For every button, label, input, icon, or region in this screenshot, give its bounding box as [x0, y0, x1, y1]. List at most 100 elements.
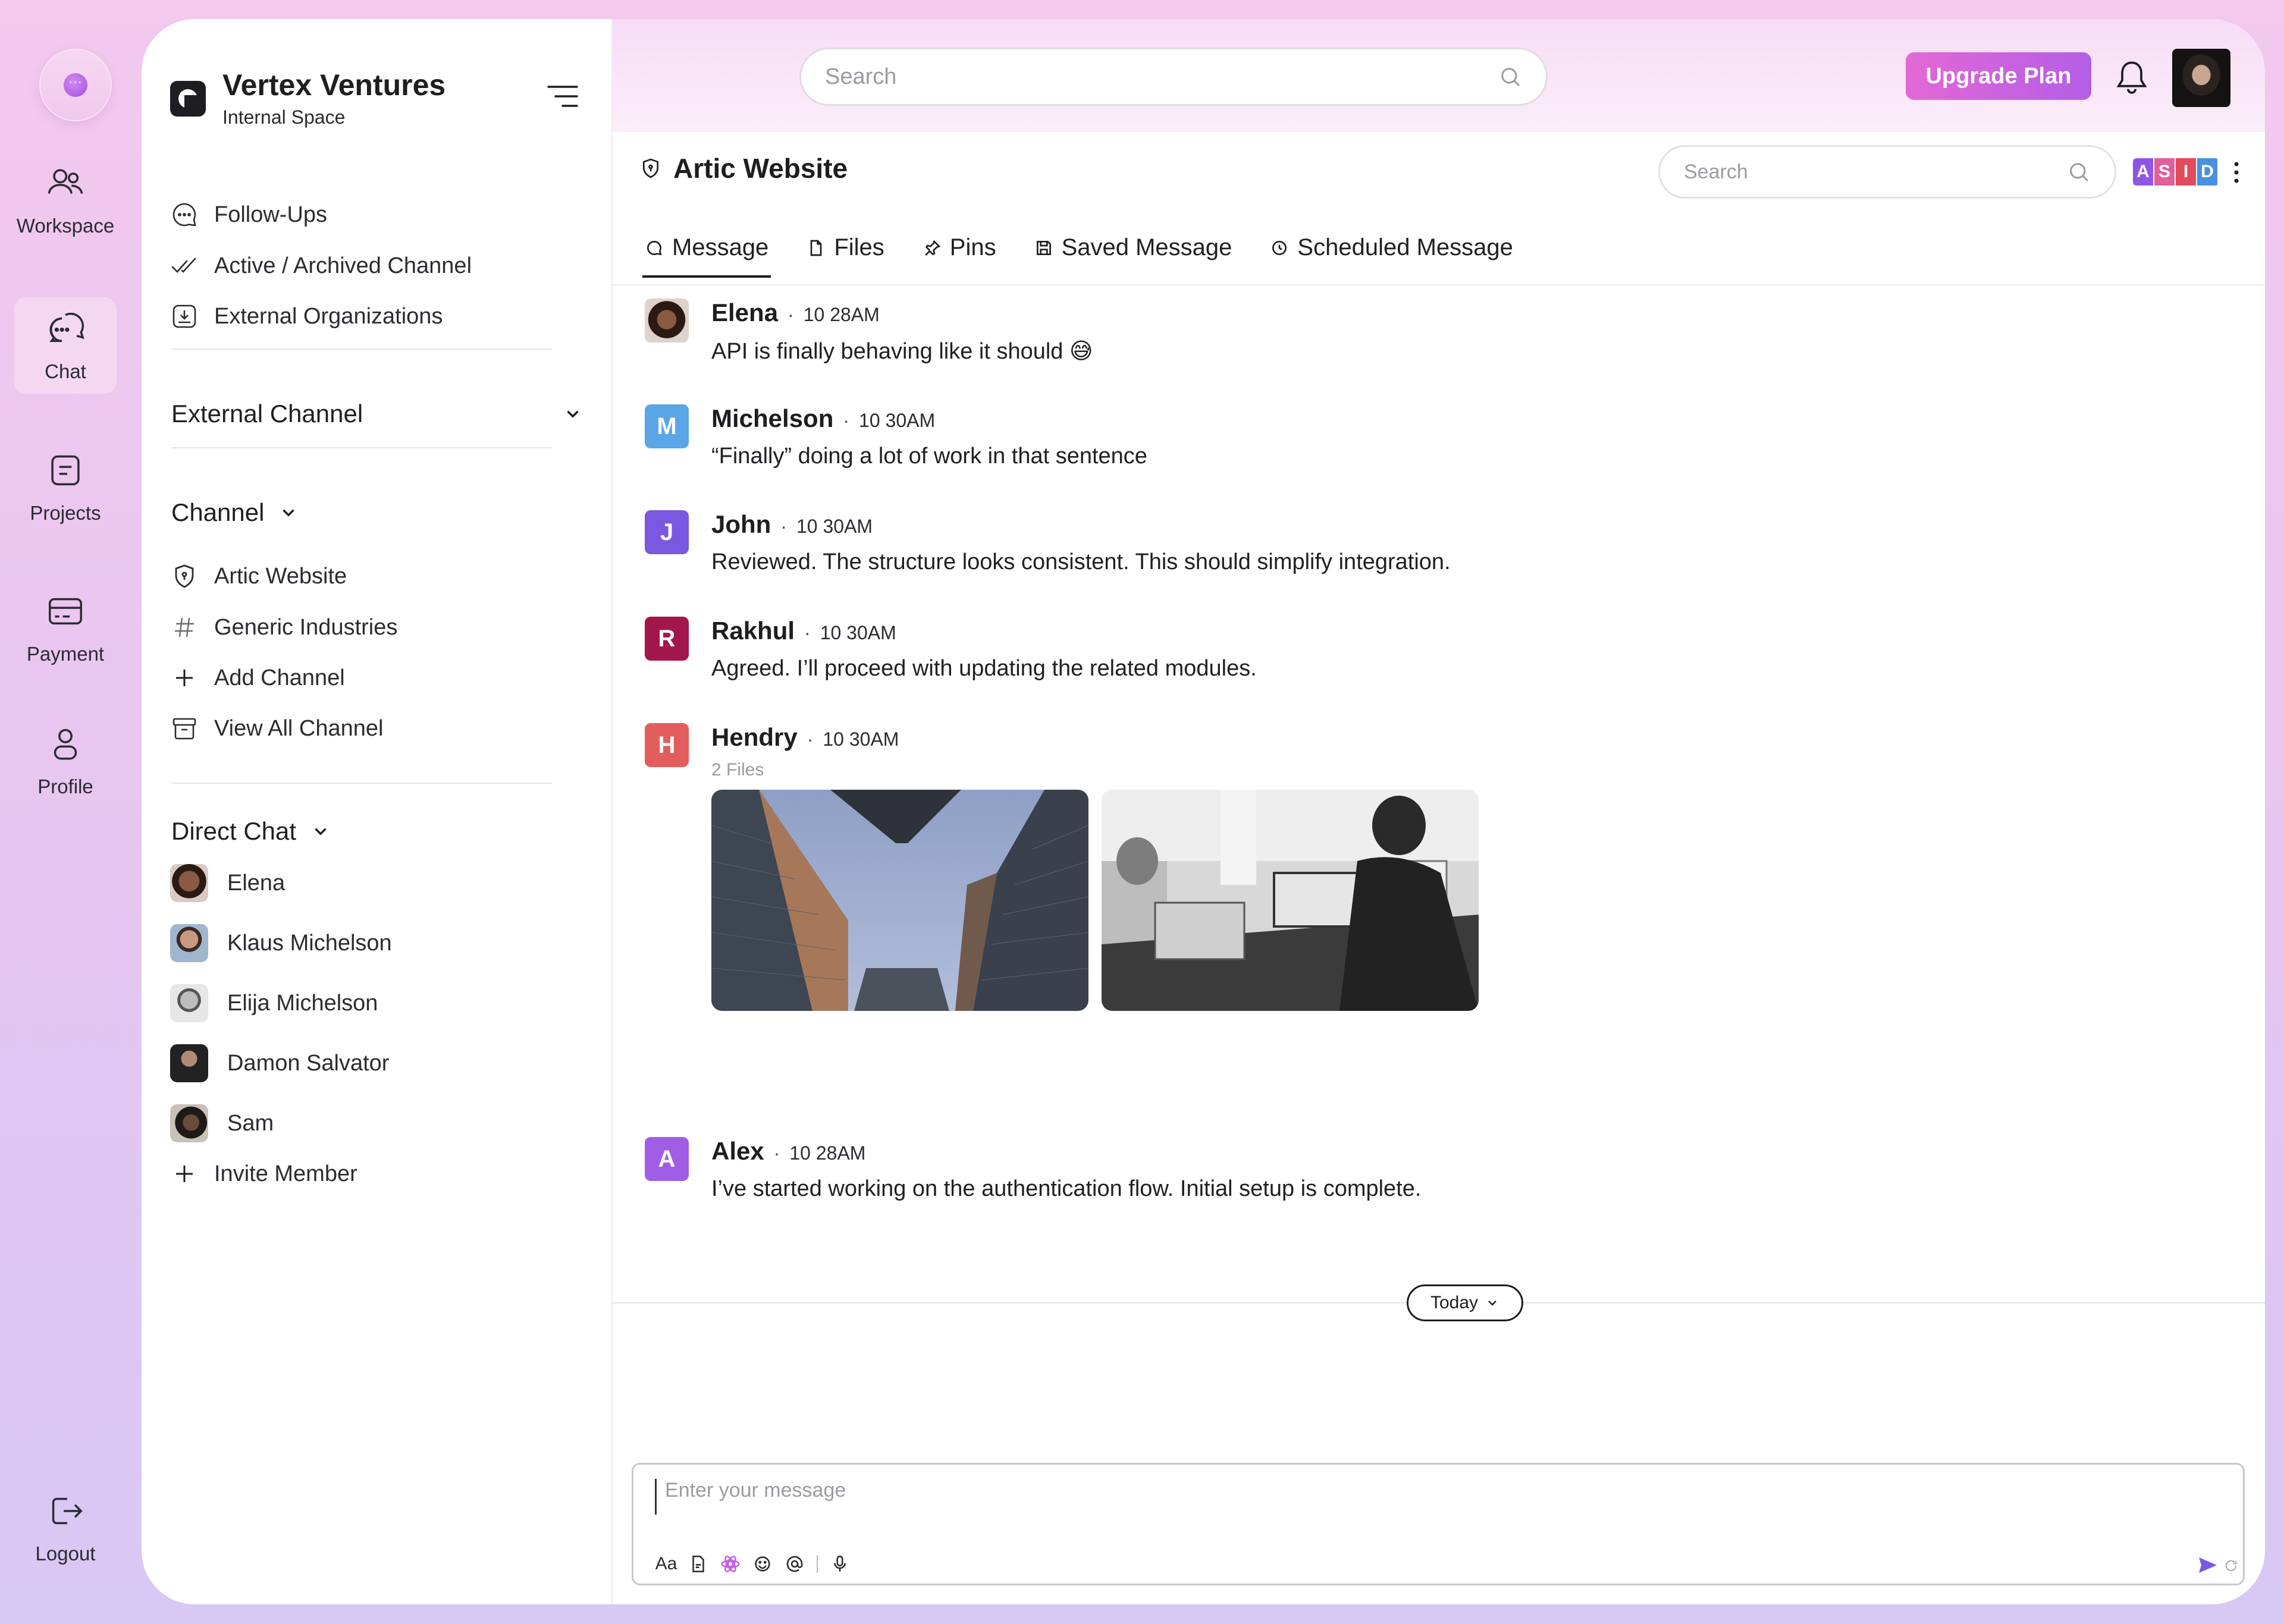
more-options-icon[interactable] [2230, 159, 2242, 186]
tab-label: Pins [949, 234, 996, 260]
channel-members[interactable]: A S I D [2133, 158, 2219, 186]
dm-sam[interactable]: Sam [170, 1104, 274, 1142]
message-text: API is finally behaving like it should 😅 [711, 339, 1093, 364]
user-avatar[interactable] [2172, 49, 2230, 107]
message-time: 10 30AM [820, 622, 896, 643]
channel-search-input[interactable] [1684, 160, 2067, 184]
brand-logo-icon [170, 81, 206, 117]
office-photo-image [1102, 790, 1479, 1011]
avatar: A [645, 1137, 689, 1181]
workspace-brand[interactable]: Vertex Ventures Internal Space [170, 69, 445, 128]
plus-icon [176, 670, 193, 686]
message-time: 10 30AM [796, 516, 873, 537]
dm-damon-salvator[interactable]: Damon Salvator [170, 1044, 389, 1082]
dm-elena[interactable]: Elena [170, 864, 285, 902]
rail-projects[interactable]: Projects [14, 439, 117, 535]
message-time: 10 30AM [859, 410, 936, 431]
rail-label: Workspace [16, 215, 115, 237]
section-external-channel[interactable]: External Channel [171, 400, 583, 428]
message-text: “Finally” doing a lot of work in that se… [711, 444, 1147, 469]
message-item[interactable]: R Rakhul · 10 30AM Agreed. I’ll proceed … [645, 617, 1257, 681]
invite-member-button[interactable]: Invite Member [170, 1160, 357, 1188]
message-author[interactable]: Rakhul [711, 617, 795, 645]
message-author[interactable]: Michelson [711, 404, 833, 433]
rail-chat[interactable]: Chat [14, 297, 117, 394]
attach-file-icon[interactable] [688, 1554, 708, 1574]
message-author[interactable]: John [711, 510, 771, 539]
section-direct-chat[interactable]: Direct Chat [171, 817, 331, 846]
composer-toolbar: Aa [655, 1554, 850, 1574]
nav-label: External Organizations [214, 303, 443, 329]
avatar [645, 299, 689, 343]
channel-artic-website[interactable]: Artic Website [170, 562, 347, 590]
dm-elija-michelson[interactable]: Elija Michelson [170, 984, 378, 1022]
section-title: Channel [171, 498, 265, 526]
inbox-download-icon [172, 304, 196, 328]
image-attachment[interactable] [711, 790, 1088, 1011]
global-search-input[interactable] [825, 64, 1498, 90]
message-time: 10 30AM [823, 728, 899, 750]
nav-follow-ups[interactable]: Follow-Ups [170, 200, 327, 229]
message-input[interactable] [655, 1479, 2082, 1515]
dm-label: Sam [227, 1110, 274, 1136]
channel-search[interactable] [1658, 145, 2116, 199]
channel-generic-industries[interactable]: Generic Industries [170, 613, 397, 642]
search-icon [1501, 68, 1520, 87]
tab-saved-message[interactable]: Saved Message [1034, 234, 1232, 278]
tab-files[interactable]: Files [807, 234, 884, 278]
rail-profile[interactable]: Profile [14, 712, 117, 809]
message-item[interactable]: J John · 10 30AM Reviewed. The structure… [645, 510, 1451, 575]
emoji-icon[interactable] [752, 1554, 773, 1574]
nav-active-archived-channel[interactable]: Active / Archived Channel [170, 252, 472, 280]
message-item[interactable]: A Alex · 10 28AM I’ve started working on… [645, 1137, 1421, 1202]
upgrade-plan-button[interactable]: Upgrade Plan [1906, 52, 2091, 100]
shield-icon [643, 158, 658, 178]
message-author[interactable]: Alex [711, 1137, 764, 1166]
separator-dot: · [843, 410, 850, 431]
view-all-channel-button[interactable]: View All Channel [170, 714, 383, 743]
shield-icon [175, 564, 194, 588]
rail-payment[interactable]: Payment [14, 580, 117, 676]
rail-label: Chat [45, 360, 86, 382]
message-item[interactable]: H Hendry · 10 30AM 2 Files [645, 723, 1479, 1011]
nav-label: Follow-Ups [214, 202, 328, 227]
bell-icon[interactable] [2114, 58, 2150, 96]
mention-icon[interactable] [785, 1554, 805, 1574]
avatar [170, 984, 208, 1022]
tab-pins[interactable]: Pins [923, 234, 996, 278]
menu-toggle-icon[interactable] [547, 84, 578, 108]
member-badge: D [2197, 158, 2219, 186]
message-item[interactable]: Elena · 10 28AM API is finally behaving … [645, 299, 1093, 365]
message-item[interactable]: M Michelson · 10 30AM “Finally” doing a … [645, 404, 1147, 469]
message-time: 10 28AM [789, 1142, 866, 1164]
avatar: H [645, 723, 689, 767]
global-search[interactable] [799, 48, 1548, 106]
tab-message[interactable]: Message [642, 234, 771, 278]
tabs-divider [613, 284, 2265, 285]
member-badge: I [2176, 158, 2197, 186]
image-attachment[interactable] [1102, 790, 1479, 1011]
separator-dot: · [788, 304, 794, 325]
channel-label: View All Channel [214, 715, 384, 741]
message-author[interactable]: Hendry [711, 723, 798, 752]
projects-icon [51, 455, 80, 486]
tab-scheduled-message[interactable]: Scheduled Message [1270, 234, 1513, 278]
main-panel: Upgrade Plan Artic Website A S I D Messa… [611, 19, 2265, 1604]
ai-sparkle-icon[interactable] [720, 1554, 741, 1574]
schedule-send-icon[interactable] [2223, 1557, 2239, 1574]
message-author[interactable]: Elena [711, 299, 778, 327]
nav-external-organizations[interactable]: External Organizations [170, 302, 443, 331]
app-logo[interactable] [39, 49, 112, 121]
rail-workspace[interactable]: Workspace [14, 152, 117, 248]
send-icon[interactable] [2198, 1556, 2218, 1574]
chevron-down-icon [283, 509, 295, 517]
microphone-icon[interactable] [830, 1554, 850, 1574]
format-text-button[interactable]: Aa [655, 1554, 677, 1574]
avatar [170, 864, 208, 902]
message-time: 10 28AM [803, 304, 880, 325]
add-channel-button[interactable]: Add Channel [170, 664, 345, 692]
logout-button[interactable]: Logout [14, 1479, 117, 1576]
date-filter-button[interactable]: Today [1407, 1284, 1523, 1321]
dm-klaus-michelson[interactable]: Klaus Michelson [170, 924, 392, 962]
section-channel[interactable]: Channel [171, 498, 299, 527]
